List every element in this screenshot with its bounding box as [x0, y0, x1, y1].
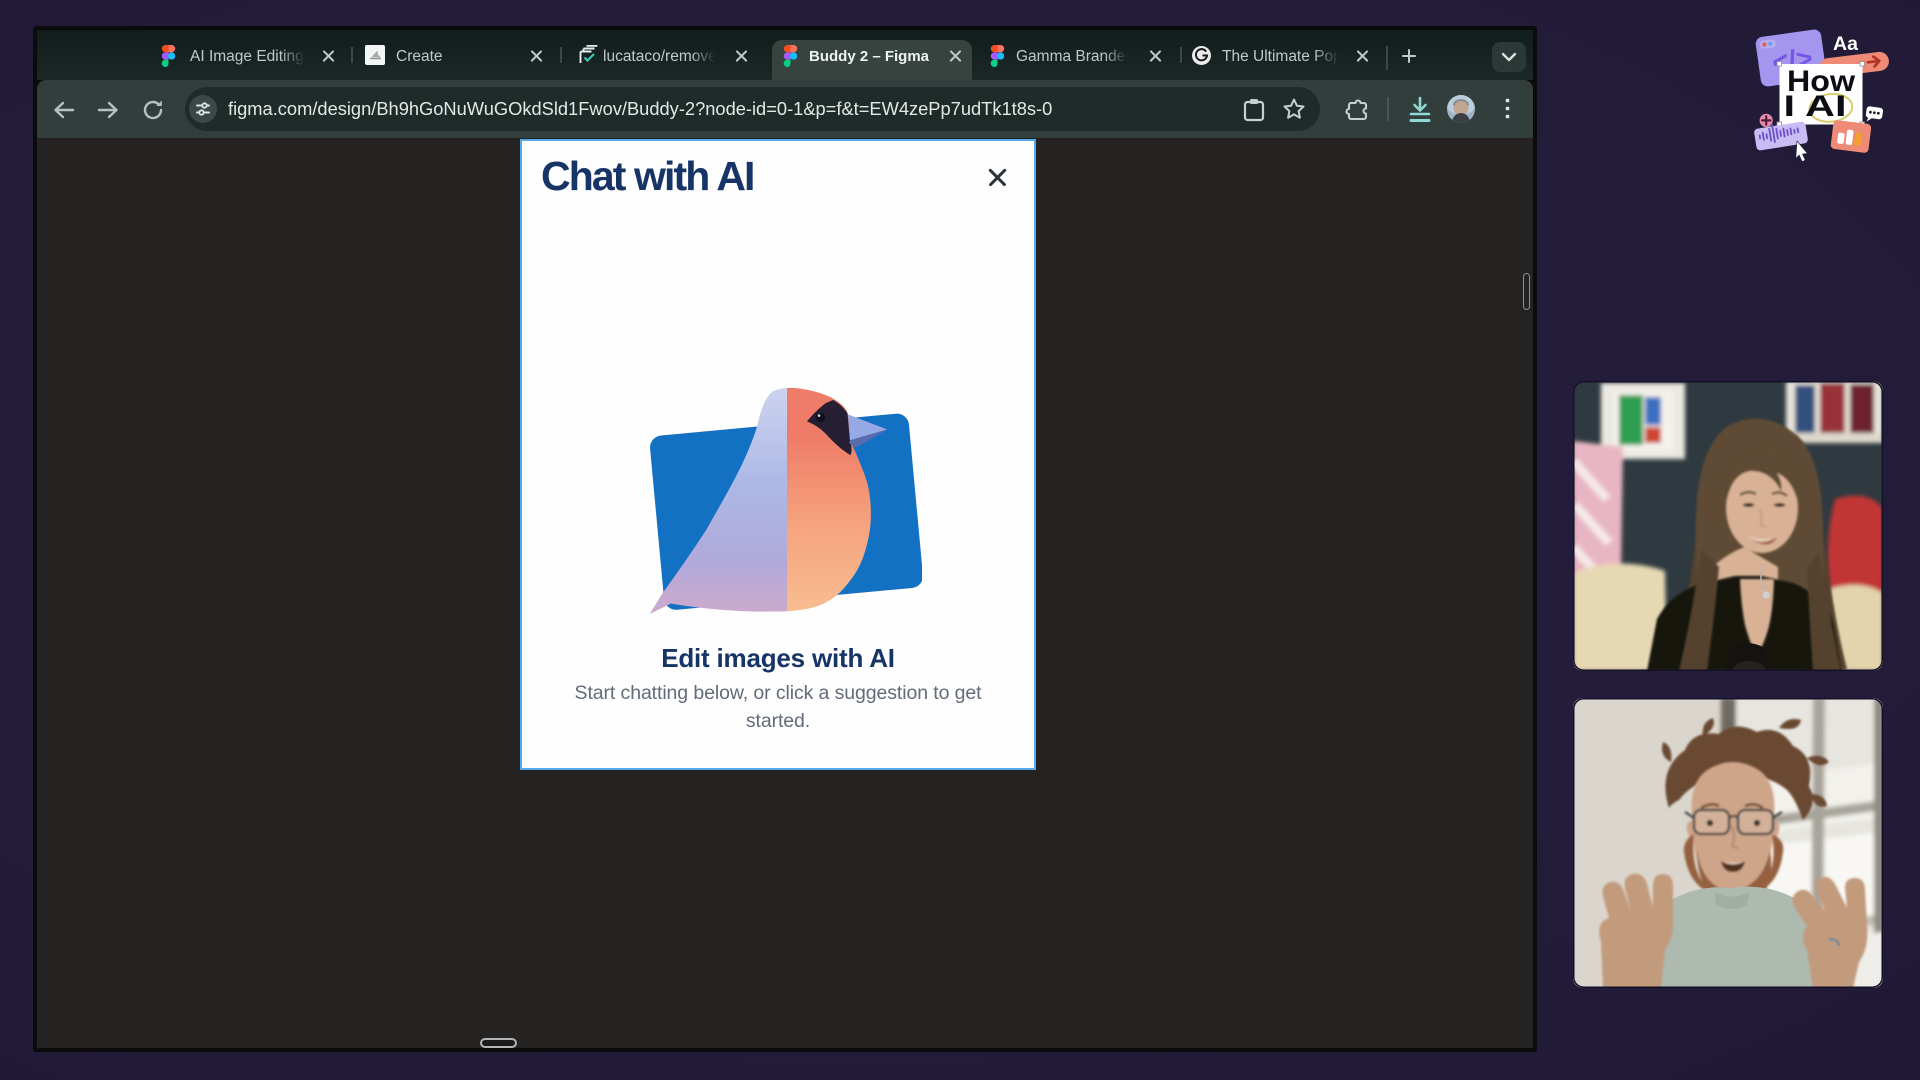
svg-text:Aa: Aa — [1833, 33, 1858, 55]
svg-text:I AI: I AI — [1784, 90, 1847, 123]
